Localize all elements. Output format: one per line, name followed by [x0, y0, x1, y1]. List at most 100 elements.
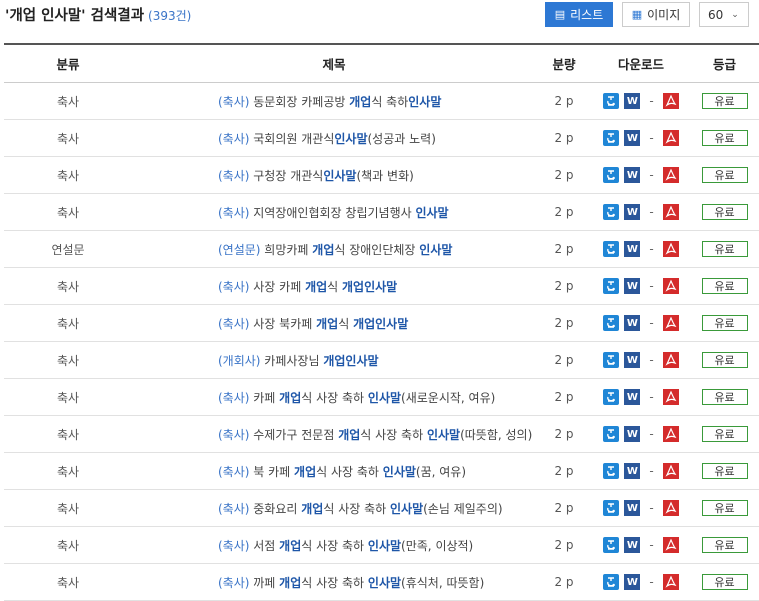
- search-result-title: '개업 인사말' 검색결과: [5, 8, 145, 24]
- hwp-file-icon[interactable]: [603, 389, 620, 405]
- word-file-icon[interactable]: W: [624, 500, 641, 516]
- pdf-file-icon[interactable]: [662, 167, 679, 183]
- paid-grade-badge[interactable]: 유료: [701, 537, 748, 553]
- word-file-icon[interactable]: W: [624, 574, 641, 590]
- row-category: 축사: [4, 193, 132, 231]
- paid-grade-badge[interactable]: 유료: [701, 500, 748, 516]
- results-header: '개업 인사말' 검색결과 (393건) ▤ 리스트 ▦ 이미지 60 ⌄: [0, 0, 759, 44]
- word-file-icon[interactable]: W: [624, 167, 641, 183]
- paid-grade-badge[interactable]: 유료: [701, 315, 748, 331]
- document-title-link[interactable]: (축사) 구청장 개관식인사말(책과 변화): [218, 169, 414, 183]
- hwp-file-icon[interactable]: [603, 426, 620, 442]
- paid-grade-badge[interactable]: 유료: [701, 204, 748, 220]
- paid-grade-badge[interactable]: 유료: [701, 463, 748, 479]
- download-separator: -: [649, 353, 654, 367]
- document-title-link[interactable]: (축사) 동문회장 카페공방 개업식 축하인사말: [218, 95, 441, 109]
- table-row: 축사 (축사) 구청장 개관식인사말(책과 변화) 2 p W - 유료: [4, 156, 759, 194]
- paid-grade-badge[interactable]: 유료: [701, 130, 748, 146]
- hwp-file-icon[interactable]: [603, 167, 620, 183]
- pdf-file-icon[interactable]: [662, 574, 679, 590]
- paid-grade-badge[interactable]: 유료: [701, 574, 748, 590]
- highlighted-keyword: 인사말: [390, 501, 424, 516]
- row-volume: 2 p: [536, 82, 592, 120]
- document-title-link[interactable]: (축사) 중화요리 개업식 사장 축하 인사말(손님 제일주의): [218, 502, 503, 516]
- hwp-file-icon[interactable]: [603, 204, 620, 220]
- pdf-file-icon[interactable]: [662, 500, 679, 516]
- word-file-icon[interactable]: W: [624, 130, 641, 146]
- word-file-icon[interactable]: W: [624, 204, 641, 220]
- pdf-file-icon[interactable]: [662, 463, 679, 479]
- document-title-link[interactable]: (축사) 지역장애인협회장 창립기념행사 인사말: [218, 206, 449, 220]
- word-file-icon[interactable]: W: [624, 426, 641, 442]
- paid-grade-badge[interactable]: 유료: [701, 426, 748, 442]
- pdf-file-icon[interactable]: [662, 389, 679, 405]
- pdf-file-icon[interactable]: [662, 426, 679, 442]
- table-row: 축사 (축사) 국회의원 개관식인사말(성공과 노력) 2 p W - 유료: [4, 119, 759, 157]
- pdf-file-icon[interactable]: [662, 278, 679, 294]
- row-category: 축사: [4, 267, 132, 305]
- word-file-icon[interactable]: W: [624, 93, 641, 109]
- pdf-file-icon[interactable]: [662, 352, 679, 368]
- document-title-link[interactable]: (축사) 국회의원 개관식인사말(성공과 노력): [218, 132, 436, 146]
- highlighted-keyword: 인사말: [419, 242, 453, 257]
- paid-grade-badge[interactable]: 유료: [701, 389, 748, 405]
- word-file-icon[interactable]: W: [624, 278, 641, 294]
- pdf-file-icon[interactable]: [662, 241, 679, 257]
- word-file-icon[interactable]: W: [624, 389, 641, 405]
- hwp-file-icon[interactable]: [603, 241, 620, 257]
- hwp-file-icon[interactable]: [603, 574, 620, 590]
- hwp-file-icon[interactable]: [603, 537, 620, 553]
- hwp-file-icon[interactable]: [603, 93, 620, 109]
- list-view-button[interactable]: ▤ 리스트: [545, 2, 613, 27]
- pdf-file-icon[interactable]: [662, 315, 679, 331]
- document-title-link[interactable]: (축사) 사장 카페 개업식 개업인사말: [218, 280, 397, 294]
- pdf-file-icon[interactable]: [662, 93, 679, 109]
- paid-grade-badge[interactable]: 유료: [701, 167, 748, 183]
- pdf-file-icon[interactable]: [662, 130, 679, 146]
- hwp-file-icon[interactable]: [603, 130, 620, 146]
- highlighted-keyword: 개업: [279, 575, 302, 590]
- pdf-file-icon[interactable]: [662, 204, 679, 220]
- row-title-cell: (축사) 지역장애인협회장 창립기념행사 인사말: [132, 193, 536, 231]
- hwp-file-icon[interactable]: [603, 500, 620, 516]
- hwp-file-icon[interactable]: [603, 352, 620, 368]
- pdf-file-icon[interactable]: [662, 537, 679, 553]
- document-title-link[interactable]: (축사) 북 카페 개업식 사장 축하 인사말(꿈, 여유): [218, 465, 466, 479]
- table-body: 축사 (축사) 동문회장 카페공방 개업식 축하인사말 2 p W - 유료 축사 (축사) …: [4, 82, 759, 601]
- document-title-link[interactable]: (축사) 카페 개업식 사장 축하 인사말(새로운시작, 여유): [218, 391, 495, 405]
- word-file-icon[interactable]: W: [624, 315, 641, 331]
- row-grade-cell: 유료: [690, 415, 759, 453]
- paid-grade-badge[interactable]: 유료: [701, 352, 748, 368]
- word-file-icon[interactable]: W: [624, 241, 641, 257]
- document-title-link[interactable]: (연설문) 희망카페 개업식 장애인단체장 인사말: [218, 243, 452, 257]
- column-header-volume: 분량: [536, 44, 592, 83]
- document-title-link[interactable]: (개회사) 카페사장님 개업인사말: [218, 354, 379, 368]
- word-file-icon[interactable]: W: [624, 537, 641, 553]
- title-text: 식 사장 축하: [301, 575, 368, 590]
- paid-grade-badge[interactable]: 유료: [701, 93, 748, 109]
- document-title-link[interactable]: (축사) 수제가구 전문점 개업식 사장 축하 인사말(따뜻함, 성의): [218, 428, 532, 442]
- image-view-button[interactable]: ▦ 이미지: [622, 2, 690, 27]
- row-volume: 2 p: [536, 230, 592, 268]
- hwp-file-icon[interactable]: [603, 463, 620, 479]
- highlighted-keyword: 개업: [349, 94, 372, 109]
- word-file-icon[interactable]: W: [624, 463, 641, 479]
- title-text: 식 사장 축하: [301, 390, 368, 405]
- row-grade-cell: 유료: [690, 267, 759, 305]
- word-file-icon[interactable]: W: [624, 352, 641, 368]
- hwp-file-icon[interactable]: [603, 315, 620, 331]
- document-title-link[interactable]: (축사) 사장 북카페 개업식 개업인사말: [218, 317, 408, 331]
- document-type-tag: (축사): [218, 538, 250, 553]
- row-category: 축사: [4, 563, 132, 601]
- page-size-select[interactable]: 60 ⌄: [699, 2, 749, 27]
- title-text: 서점: [249, 538, 280, 553]
- download-separator: -: [649, 131, 654, 145]
- hwp-file-icon[interactable]: [603, 278, 620, 294]
- row-title-cell: (축사) 북 카페 개업식 사장 축하 인사말(꿈, 여유): [132, 452, 536, 490]
- document-title-link[interactable]: (축사) 서점 개업식 사장 축하 인사말(만족, 이상적): [218, 539, 473, 553]
- title-text: 식 사장 축하: [316, 464, 383, 479]
- paid-grade-badge[interactable]: 유료: [701, 241, 748, 257]
- document-title-link[interactable]: (축사) 까페 개업식 사장 축하 인사말(휴식처, 따뜻함): [218, 576, 484, 590]
- paid-grade-badge[interactable]: 유료: [701, 278, 748, 294]
- highlighted-keyword: 개업인사말: [342, 279, 398, 294]
